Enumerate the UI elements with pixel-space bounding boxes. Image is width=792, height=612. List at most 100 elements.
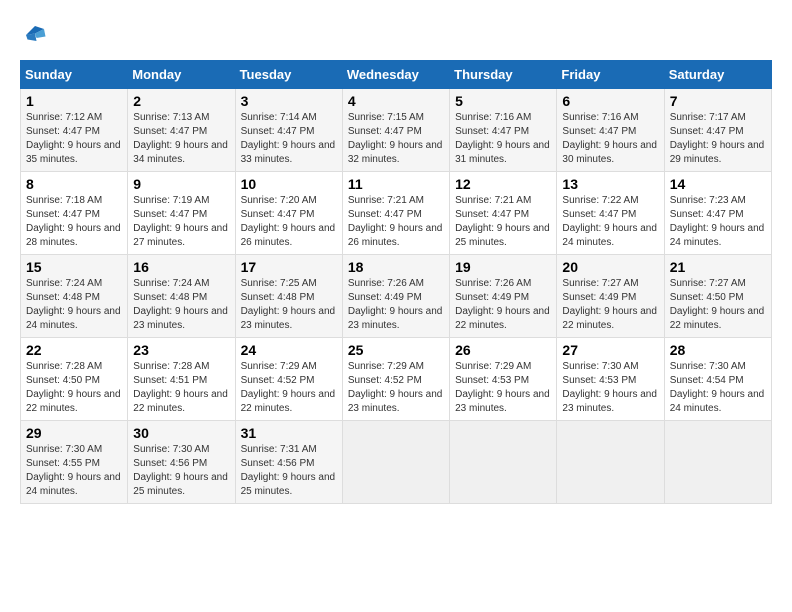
day-number: 22 — [26, 342, 122, 358]
day-cell: 24 Sunrise: 7:29 AM Sunset: 4:52 PM Dayli… — [235, 338, 342, 421]
day-number: 14 — [670, 176, 766, 192]
day-info: Sunrise: 7:26 AM Sunset: 4:49 PM Dayligh… — [455, 277, 551, 333]
day-number: 5 — [455, 93, 551, 109]
day-info: Sunrise: 7:14 AM Sunset: 4:47 PM Dayligh… — [241, 111, 337, 167]
day-number: 24 — [241, 342, 337, 358]
calendar-header: SundayMondayTuesdayWednesdayThursdayFrid… — [21, 61, 772, 89]
day-number: 2 — [133, 93, 229, 109]
day-number: 13 — [562, 176, 658, 192]
day-number: 17 — [241, 259, 337, 275]
day-info: Sunrise: 7:30 AM Sunset: 4:53 PM Dayligh… — [562, 360, 658, 416]
day-info: Sunrise: 7:25 AM Sunset: 4:48 PM Dayligh… — [241, 277, 337, 333]
week-row-4: 22 Sunrise: 7:28 AM Sunset: 4:50 PM Dayli… — [21, 338, 772, 421]
day-cell: 8Sunrise: 7:18 AM Sunset: 4:47 PM Daylig… — [21, 172, 128, 255]
day-cell — [557, 421, 664, 504]
day-number: 19 — [455, 259, 551, 275]
day-number: 7 — [670, 93, 766, 109]
calendar-body: 1 Sunrise: 7:12 AM Sunset: 4:47 PM Daylig… — [21, 89, 772, 504]
day-info: Sunrise: 7:13 AM Sunset: 4:47 PM Dayligh… — [133, 111, 229, 167]
day-info: Sunrise: 7:29 AM Sunset: 4:53 PM Dayligh… — [455, 360, 551, 416]
day-number: 1 — [26, 93, 122, 109]
header-wednesday: Wednesday — [342, 61, 449, 89]
day-cell: 31Sunrise: 7:31 AM Sunset: 4:56 PM Dayli… — [235, 421, 342, 504]
week-row-2: 8Sunrise: 7:18 AM Sunset: 4:47 PM Daylig… — [21, 172, 772, 255]
day-info: Sunrise: 7:17 AM Sunset: 4:47 PM Dayligh… — [670, 111, 766, 167]
calendar-table: SundayMondayTuesdayWednesdayThursdayFrid… — [20, 60, 772, 504]
day-number: 10 — [241, 176, 337, 192]
day-number: 18 — [348, 259, 444, 275]
day-cell: 14Sunrise: 7:23 AM Sunset: 4:47 PM Dayli… — [664, 172, 771, 255]
day-number: 11 — [348, 176, 444, 192]
day-info: Sunrise: 7:28 AM Sunset: 4:51 PM Dayligh… — [133, 360, 229, 416]
day-cell — [450, 421, 557, 504]
day-cell: 3 Sunrise: 7:14 AM Sunset: 4:47 PM Daylig… — [235, 89, 342, 172]
day-cell: 20Sunrise: 7:27 AM Sunset: 4:49 PM Dayli… — [557, 255, 664, 338]
header-saturday: Saturday — [664, 61, 771, 89]
day-cell: 4 Sunrise: 7:15 AM Sunset: 4:47 PM Daylig… — [342, 89, 449, 172]
day-cell: 29 Sunrise: 7:30 AM Sunset: 4:55 PM Dayli… — [21, 421, 128, 504]
day-info: Sunrise: 7:27 AM Sunset: 4:49 PM Dayligh… — [562, 277, 658, 333]
day-cell: 1 Sunrise: 7:12 AM Sunset: 4:47 PM Daylig… — [21, 89, 128, 172]
day-cell: 22 Sunrise: 7:28 AM Sunset: 4:50 PM Dayli… — [21, 338, 128, 421]
day-cell: 23 Sunrise: 7:28 AM Sunset: 4:51 PM Dayli… — [128, 338, 235, 421]
week-row-5: 29 Sunrise: 7:30 AM Sunset: 4:55 PM Dayli… — [21, 421, 772, 504]
day-number: 29 — [26, 425, 122, 441]
day-info: Sunrise: 7:12 AM Sunset: 4:47 PM Dayligh… — [26, 111, 122, 167]
day-info: Sunrise: 7:24 AM Sunset: 4:48 PM Dayligh… — [26, 277, 122, 333]
day-cell: 21Sunrise: 7:27 AM Sunset: 4:50 PM Dayli… — [664, 255, 771, 338]
day-number: 9 — [133, 176, 229, 192]
day-info: Sunrise: 7:29 AM Sunset: 4:52 PM Dayligh… — [241, 360, 337, 416]
day-cell: 11 Sunrise: 7:21 AM Sunset: 4:47 PM Dayli… — [342, 172, 449, 255]
day-number: 3 — [241, 93, 337, 109]
header-row: SundayMondayTuesdayWednesdayThursdayFrid… — [21, 61, 772, 89]
day-info: Sunrise: 7:26 AM Sunset: 4:49 PM Dayligh… — [348, 277, 444, 333]
day-number: 12 — [455, 176, 551, 192]
day-info: Sunrise: 7:21 AM Sunset: 4:47 PM Dayligh… — [455, 194, 551, 250]
day-cell: 7 Sunrise: 7:17 AM Sunset: 4:47 PM Daylig… — [664, 89, 771, 172]
day-info: Sunrise: 7:19 AM Sunset: 4:47 PM Dayligh… — [133, 194, 229, 250]
day-cell: 6 Sunrise: 7:16 AM Sunset: 4:47 PM Daylig… — [557, 89, 664, 172]
day-info: Sunrise: 7:16 AM Sunset: 4:47 PM Dayligh… — [562, 111, 658, 167]
day-number: 31 — [241, 425, 337, 441]
day-info: Sunrise: 7:18 AM Sunset: 4:47 PM Dayligh… — [26, 194, 122, 250]
day-info: Sunrise: 7:15 AM Sunset: 4:47 PM Dayligh… — [348, 111, 444, 167]
day-number: 4 — [348, 93, 444, 109]
day-cell: 10 Sunrise: 7:20 AM Sunset: 4:47 PM Dayli… — [235, 172, 342, 255]
day-cell: 19 Sunrise: 7:26 AM Sunset: 4:49 PM Dayli… — [450, 255, 557, 338]
day-number: 28 — [670, 342, 766, 358]
day-info: Sunrise: 7:30 AM Sunset: 4:55 PM Dayligh… — [26, 443, 122, 499]
day-info: Sunrise: 7:28 AM Sunset: 4:50 PM Dayligh… — [26, 360, 122, 416]
logo-icon — [20, 20, 50, 50]
day-cell — [664, 421, 771, 504]
day-info: Sunrise: 7:30 AM Sunset: 4:56 PM Dayligh… — [133, 443, 229, 499]
page-header — [20, 20, 772, 50]
day-cell: 15 Sunrise: 7:24 AM Sunset: 4:48 PM Dayli… — [21, 255, 128, 338]
day-cell: 25 Sunrise: 7:29 AM Sunset: 4:52 PM Dayli… — [342, 338, 449, 421]
day-number: 6 — [562, 93, 658, 109]
day-number: 30 — [133, 425, 229, 441]
header-thursday: Thursday — [450, 61, 557, 89]
day-number: 27 — [562, 342, 658, 358]
header-monday: Monday — [128, 61, 235, 89]
day-info: Sunrise: 7:27 AM Sunset: 4:50 PM Dayligh… — [670, 277, 766, 333]
day-cell: 28Sunrise: 7:30 AM Sunset: 4:54 PM Dayli… — [664, 338, 771, 421]
day-cell — [342, 421, 449, 504]
day-info: Sunrise: 7:21 AM Sunset: 4:47 PM Dayligh… — [348, 194, 444, 250]
day-number: 15 — [26, 259, 122, 275]
day-cell: 2 Sunrise: 7:13 AM Sunset: 4:47 PM Daylig… — [128, 89, 235, 172]
day-cell: 13Sunrise: 7:22 AM Sunset: 4:47 PM Dayli… — [557, 172, 664, 255]
day-cell: 9 Sunrise: 7:19 AM Sunset: 4:47 PM Daylig… — [128, 172, 235, 255]
day-number: 25 — [348, 342, 444, 358]
day-number: 23 — [133, 342, 229, 358]
day-cell: 30 Sunrise: 7:30 AM Sunset: 4:56 PM Dayli… — [128, 421, 235, 504]
day-number: 26 — [455, 342, 551, 358]
logo — [20, 20, 54, 50]
day-cell: 26 Sunrise: 7:29 AM Sunset: 4:53 PM Dayli… — [450, 338, 557, 421]
day-info: Sunrise: 7:24 AM Sunset: 4:48 PM Dayligh… — [133, 277, 229, 333]
day-info: Sunrise: 7:29 AM Sunset: 4:52 PM Dayligh… — [348, 360, 444, 416]
day-cell: 5 Sunrise: 7:16 AM Sunset: 4:47 PM Daylig… — [450, 89, 557, 172]
day-info: Sunrise: 7:16 AM Sunset: 4:47 PM Dayligh… — [455, 111, 551, 167]
day-info: Sunrise: 7:20 AM Sunset: 4:47 PM Dayligh… — [241, 194, 337, 250]
day-cell: 16Sunrise: 7:24 AM Sunset: 4:48 PM Dayli… — [128, 255, 235, 338]
day-cell: 17 Sunrise: 7:25 AM Sunset: 4:48 PM Dayli… — [235, 255, 342, 338]
